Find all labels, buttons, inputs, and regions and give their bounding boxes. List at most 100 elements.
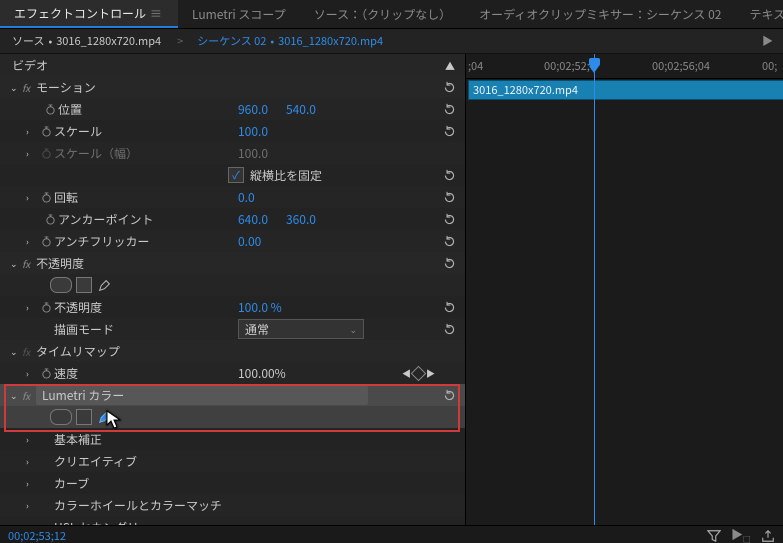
value-x[interactable]: 640.0 [238, 211, 268, 228]
export-icon[interactable] [761, 529, 775, 543]
reset-icon[interactable] [441, 299, 457, 315]
stopwatch-icon[interactable] [38, 233, 54, 249]
twisty-closed-icon[interactable]: › [26, 125, 38, 138]
stopwatch-icon[interactable] [38, 123, 54, 139]
stopwatch-icon[interactable] [38, 189, 54, 205]
lumetri-section-wheels[interactable]: › カラーホイールとカラーマッチ [0, 494, 465, 516]
reset-icon[interactable] [441, 123, 457, 139]
twisty-open-icon[interactable]: ⌄ [10, 345, 22, 358]
reset-icon[interactable] [441, 101, 457, 117]
twisty-closed-icon[interactable]: › [26, 477, 38, 490]
reset-icon[interactable] [441, 189, 457, 205]
filter-icon[interactable] [707, 529, 721, 543]
twisty-closed-icon[interactable]: › [26, 455, 38, 468]
reset-icon[interactable] [441, 79, 457, 95]
twisty-open-icon[interactable]: ⌄ [10, 389, 22, 402]
effect-label: 不透明度 [36, 255, 84, 272]
video-section-header[interactable]: ビデオ ▲ [0, 54, 465, 76]
twisty-open-icon[interactable]: ⌄ [10, 257, 22, 270]
twisty-closed-icon[interactable]: › [26, 499, 38, 512]
effect-timeline[interactable]: ;04 00;02;52;0 00;02;56;04 00; 3016_1280… [466, 54, 783, 525]
keyframe-nav: ◀ ▶ [402, 367, 435, 380]
value-x[interactable]: 960.0 [238, 101, 268, 118]
prop-position[interactable]: 位置 960.0 540.0 [0, 98, 465, 120]
reset-icon[interactable] [441, 321, 457, 337]
prop-rotation[interactable]: › 回転 0.0 [0, 186, 465, 208]
value[interactable]: 100.0 % [238, 299, 282, 316]
playhead[interactable] [594, 54, 595, 525]
twisty-closed-icon[interactable]: › [26, 235, 38, 248]
sequence-clip[interactable]: 3016_1280x720.mp4 [278, 33, 383, 49]
twisty-closed-icon[interactable]: › [26, 191, 38, 204]
prop-speed[interactable]: › 速度 100.00% ◀ ▶ [0, 362, 465, 384]
playhead-head-icon[interactable] [589, 66, 599, 73]
ellipse-mask-icon[interactable] [50, 277, 72, 293]
twisty-open-icon[interactable]: ⌄ [10, 81, 22, 94]
tab-lumetri-scopes[interactable]: Lumetri スコープ [178, 0, 300, 28]
collapse-up-icon[interactable]: ▲ [445, 58, 455, 73]
checkbox[interactable] [228, 167, 244, 183]
rect-mask-icon[interactable] [76, 277, 92, 293]
value-y[interactable]: 540.0 [286, 101, 316, 118]
reset-icon[interactable] [441, 167, 457, 183]
tab-source[interactable]: ソース：（クリップなし） [300, 0, 465, 28]
stopwatch-icon[interactable] [42, 211, 58, 227]
pen-mask-icon[interactable] [96, 277, 112, 293]
twisty-closed-icon[interactable]: › [26, 521, 38, 526]
properties-list: ⌄ fx モーション 位置 960.0 540.0 [0, 76, 465, 525]
lumetri-section-creative[interactable]: › クリエイティブ [0, 450, 465, 472]
sequence-label[interactable]: シーケンス 02 [197, 33, 266, 49]
tab-audio-mixer[interactable]: オーディオクリップミキサー：シーケンス 02 [465, 0, 735, 28]
value[interactable]: 100.0 [238, 123, 268, 140]
effect-lumetri-color[interactable]: ⌄ fx Lumetri カラー [0, 384, 465, 406]
reset-icon[interactable] [441, 233, 457, 249]
playhead-grip-icon[interactable] [589, 58, 600, 66]
prop-scale[interactable]: › スケール 100.0 [0, 120, 465, 142]
blend-mode-select[interactable]: 通常 ⌄ [238, 319, 364, 339]
lumetri-section-hsl[interactable]: › HSL セカンダリ [0, 516, 465, 525]
current-timecode[interactable]: 00;02;53;12 [8, 528, 66, 543]
add-keyframe-icon[interactable] [411, 365, 427, 381]
stopwatch-icon[interactable] [38, 299, 54, 315]
source-bar: ソース • 3016_1280x720.mp4 > シーケンス 02 • 301… [0, 29, 783, 54]
value[interactable]: 0.0 [238, 189, 255, 206]
reset-icon[interactable] [441, 255, 457, 271]
value-y[interactable]: 360.0 [286, 211, 316, 228]
tab-effect-controls[interactable]: エフェクトコントロール ≡ [0, 0, 178, 28]
twisty-closed-icon[interactable]: › [26, 301, 38, 314]
prop-anchor-point[interactable]: アンカーポイント 640.0 360.0 [0, 208, 465, 230]
prop-blend-mode[interactable]: › 描画モード 通常 ⌄ [0, 318, 465, 340]
tab-text[interactable]: テキスト [735, 0, 783, 28]
ellipse-mask-icon[interactable] [50, 409, 72, 425]
lumetri-section-basic[interactable]: › 基本補正 [0, 428, 465, 450]
section-label: HSL セカンダリ [54, 519, 139, 526]
effect-time-remap[interactable]: ⌄ fx タイムリマップ [0, 340, 465, 362]
fx-badge-icon[interactable]: fx [22, 344, 36, 359]
pen-mask-icon[interactable] [96, 409, 112, 425]
lumetri-section-curves[interactable]: › カーブ [0, 472, 465, 494]
stopwatch-icon[interactable] [42, 101, 58, 117]
twisty-closed-icon[interactable]: › [26, 367, 38, 380]
reset-icon[interactable] [441, 211, 457, 227]
fx-badge-icon[interactable]: fx [22, 388, 36, 403]
prop-opacity-value[interactable]: › 不透明度 100.0 % [0, 296, 465, 318]
effect-opacity[interactable]: ⌄ fx 不透明度 [0, 252, 465, 274]
stopwatch-icon[interactable] [38, 365, 54, 381]
next-keyframe-icon[interactable]: ▶ [426, 367, 435, 380]
reset-icon[interactable] [441, 387, 457, 403]
rect-mask-icon[interactable] [76, 409, 92, 425]
value[interactable]: 0.00 [238, 233, 261, 250]
prop-antiflicker[interactable]: › アンチフリッカー 0.00 [0, 230, 465, 252]
fx-badge-icon[interactable]: fx [22, 256, 36, 271]
time-ruler[interactable]: ;04 00;02;52;0 00;02;56;04 00; [466, 54, 783, 79]
prop-label: スケール [54, 123, 102, 140]
twisty-closed-icon[interactable]: › [26, 433, 38, 446]
panel-menu-icon[interactable]: ≡ [146, 5, 164, 22]
prop-uniform-scale[interactable]: 縦横比を固定 [0, 164, 465, 186]
play-icon[interactable]: ▶ [762, 33, 773, 49]
effect-motion[interactable]: ⌄ fx モーション [0, 76, 465, 98]
fx-badge-icon[interactable]: fx [22, 80, 36, 95]
clip-bar[interactable]: 3016_1280x720.mp4 [468, 80, 783, 100]
play-only-icon[interactable]: ▶□ [731, 526, 751, 543]
section-label: カーブ [54, 475, 89, 492]
